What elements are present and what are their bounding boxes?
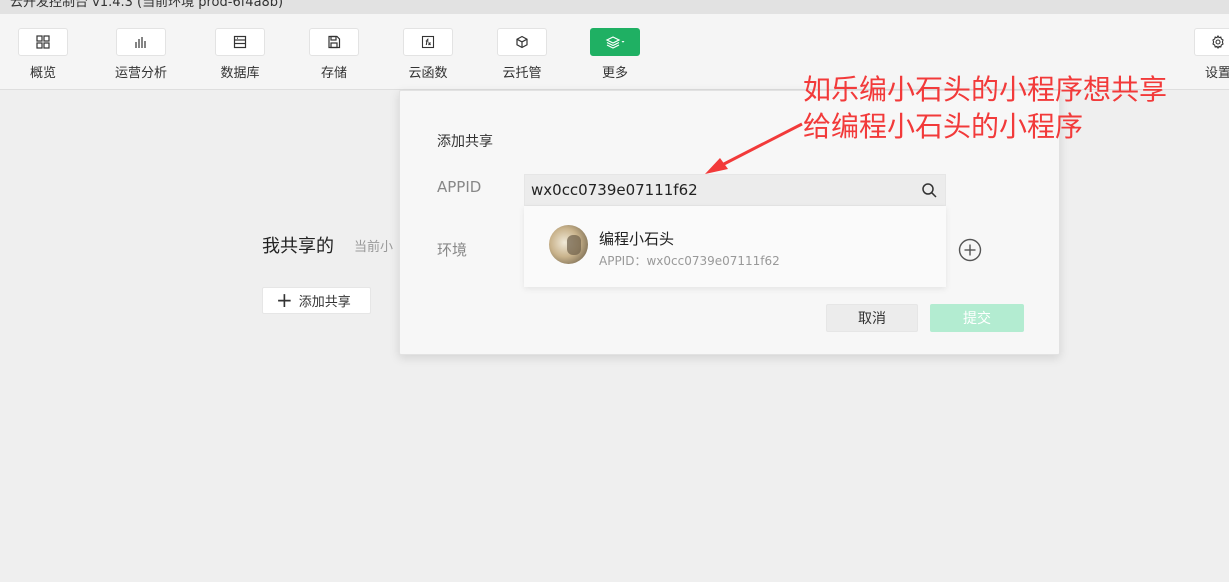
appid-input-value: wx0cc0739e07111f62 [531,181,698,199]
toolbar-more[interactable]: 更多 [579,28,651,81]
dialog-title: 添加共享 [437,134,493,150]
functions-button[interactable] [403,28,453,56]
storage-button[interactable] [309,28,359,56]
toolbar-label: 运营分析 [114,66,167,81]
bar-chart-icon [135,37,146,48]
toolbar-settings[interactable]: 设置 [1194,28,1229,81]
toolbar-label: 更多 [601,66,628,81]
toolbar-cloud-hosting[interactable]: 云托管 [486,28,558,81]
annotation-line-1: 如乐编小石头的小程序想共享 [803,73,1168,106]
toolbar-label: 存储 [320,66,347,81]
share-section-hint: 当前小 [354,240,394,255]
overview-button[interactable] [18,28,68,56]
toolbar-label: 云函数 [408,66,448,81]
window-titlebar: 云开发控制台 v1.4.3 (当前环境 prod-6f4a8b) [0,0,1229,14]
toolbar-analytics[interactable]: 运营分析 [105,28,177,81]
layers-icon [605,36,625,49]
env-label: 环境 [437,241,468,259]
toolbar-overview[interactable]: 概览 [7,28,79,81]
grid-icon [36,35,50,49]
annotation-text: 如乐编小石头的小程序想共享 给编程小石头的小程序 [803,71,1167,145]
function-icon [421,35,435,49]
toolbar-label: 设置 [1205,66,1229,81]
appid-label: APPID [437,178,482,196]
cancel-button[interactable]: 取消 [826,304,918,332]
database-icon [233,35,247,49]
add-share-button[interactable]: + 添加共享 [262,287,371,314]
cube-icon [516,35,528,49]
toolbar-label: 云托管 [502,66,542,81]
toolbar-storage[interactable]: 存储 [298,28,370,81]
share-section-title: 我共享的 [262,236,334,257]
database-button[interactable] [215,28,265,56]
settings-button[interactable] [1194,28,1229,56]
plus-icon: + [276,287,293,312]
add-share-label: 添加共享 [298,295,351,310]
toolbar-functions[interactable]: 云函数 [392,28,464,81]
add-env-icon[interactable] [958,238,982,262]
appid-search-results: 编程小石头 APPID：wx0cc0739e07111f62 [524,206,946,287]
appid-search-input[interactable]: wx0cc0739e07111f62 [524,174,946,206]
save-icon [328,35,341,49]
cloud-hosting-button[interactable] [497,28,547,56]
toolbar-label: 数据库 [220,66,260,81]
result-name: 编程小石头 [599,230,675,248]
result-appid: APPID：wx0cc0739e07111f62 [599,254,780,268]
gear-icon [1212,35,1224,49]
toolbar-database[interactable]: 数据库 [204,28,276,81]
analytics-button[interactable] [116,28,166,56]
submit-button[interactable]: 提交 [930,304,1024,332]
avatar [549,225,588,264]
window-title: 云开发控制台 v1.4.3 (当前环境 prod-6f4a8b) [10,0,284,10]
more-button[interactable] [590,28,640,56]
toolbar-label: 概览 [29,66,56,81]
search-icon[interactable] [921,182,938,199]
annotation-line-2: 给编程小石头的小程序 [803,110,1084,143]
